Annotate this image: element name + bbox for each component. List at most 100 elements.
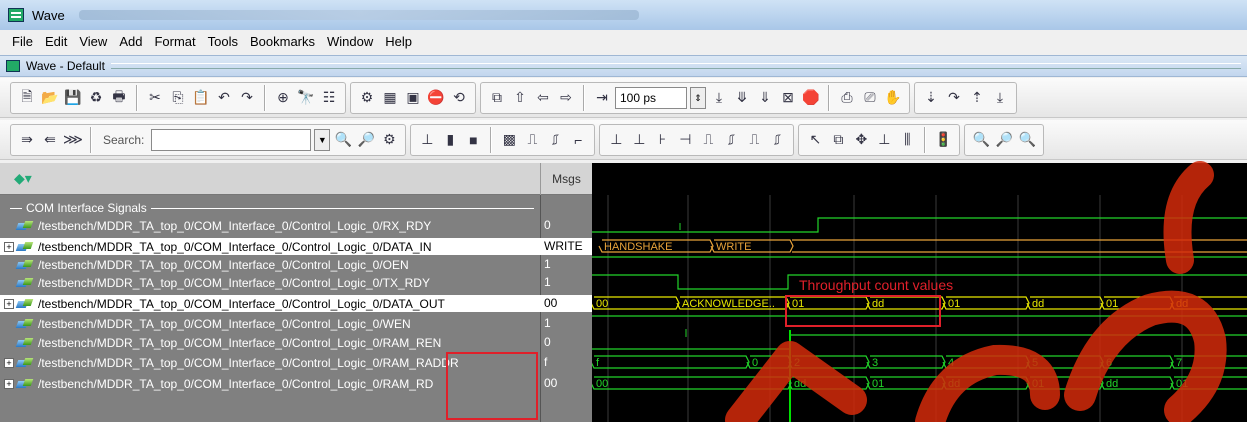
cursor-bar-icon[interactable]: ▮ [440,130,460,150]
run-all-icon[interactable]: ⇓ [755,88,775,108]
step-into-icon[interactable]: ⎙ [837,88,857,108]
edge-any-prev-icon[interactable]: ⎍ [744,130,764,150]
insert-signal-icon[interactable]: ⇛ [17,130,37,150]
run-length-input[interactable] [615,86,687,109]
bus-value-label: 6 [1106,357,1112,369]
simulate-icon[interactable]: ▣ [403,88,423,108]
zoom-full-icon[interactable]: 🔍 [1017,130,1037,150]
toolbar-compile-group: ⚙ ▦ ▣ ⛔ ⟲ [350,81,476,114]
search-options-icon[interactable]: ⚙ [379,130,399,150]
search-input[interactable] [151,128,312,151]
signal-row[interactable]: + /testbench/MDDR_TA_top_0/COM_Interface_… [0,295,540,312]
zoom-in-icon[interactable]: 🔍 [971,130,991,150]
step-out-icon[interactable]: ⇡ [967,88,987,108]
group-divider: COM Interface Signals [0,200,540,216]
edge-prev-icon[interactable]: ⊥ [606,130,626,150]
search-dropdown[interactable]: ▼ [314,128,331,151]
edge-fall-next-icon[interactable]: ⎎ [721,130,741,150]
menu-add[interactable]: Add [113,34,148,49]
select-region-icon[interactable]: ▩ [499,130,519,150]
expand-toggle-icon[interactable]: + [4,241,14,252]
copy-icon[interactable]: ⎘ [168,88,188,108]
menu-format[interactable]: Format [148,34,201,49]
column-icon[interactable]: ⫼ [897,130,917,150]
edge-right-icon[interactable]: ⊣ [675,130,695,150]
undo-icon[interactable]: ↶ [214,88,234,108]
bus-value-label: 7 [1176,357,1182,369]
restart-icon[interactable]: ⟲ [449,88,469,108]
edge-fall-prev-icon[interactable]: ⎍ [698,130,718,150]
signal-row[interactable]: /testbench/MDDR_TA_top_0/COM_Interface_0… [0,334,540,351]
stop-icon[interactable]: 🛑 [801,88,821,108]
menu-file[interactable]: File [6,34,39,49]
search-binoculars-icon[interactable]: 🔍 [333,130,353,150]
run-length-icon[interactable]: ⇥ [592,88,612,108]
edge-left-icon[interactable]: ⊦ [652,130,672,150]
reload-icon[interactable]: ♻ [86,88,106,108]
signal-row[interactable]: + /testbench/MDDR_TA_top_0/COM_Interface_… [0,238,540,255]
step-over-icon[interactable]: ⎚ [860,88,880,108]
run-length-spinner[interactable]: ⇕ [690,86,706,109]
back-arrow-icon[interactable]: ⇦ [533,88,553,108]
signal-row[interactable]: /testbench/MDDR_TA_top_0/COM_Interface_0… [0,217,540,234]
pointer-icon[interactable]: ↖ [805,130,825,150]
measure-icon[interactable]: ⊥ [874,130,894,150]
signal-row[interactable]: /testbench/MDDR_TA_top_0/COM_Interface_0… [0,315,540,332]
search-next-icon[interactable]: 🔎 [356,130,376,150]
signal-options-icon[interactable]: ⋙ [63,130,83,150]
menu-bookmarks[interactable]: Bookmarks [244,34,321,49]
format-icon[interactable]: ☷ [319,88,339,108]
move-icon[interactable]: ✥ [851,130,871,150]
paste-icon[interactable]: 📋 [191,88,211,108]
break-run-icon[interactable]: ⊠ [778,88,798,108]
break-icon[interactable]: ⛔ [426,88,446,108]
step-end-icon[interactable]: ⤓ [990,88,1010,108]
signal-row[interactable]: /testbench/MDDR_TA_top_0/COM_Interface_0… [0,256,540,273]
edge-any-icon[interactable]: ⌐ [568,130,588,150]
waveform-pane[interactable]: HANDSHAKE WRITE 00 ACKNOWLEDGE.. 01 dd 01 dd 01 d… [592,163,1247,422]
toolbar-separator [90,126,92,153]
save-icon[interactable]: 💾 [63,88,83,108]
menu-view[interactable]: View [73,34,113,49]
forward-arrow-icon[interactable]: ⇨ [556,88,576,108]
bus-value-label: 2 [794,357,800,369]
step-in-icon[interactable]: ⇣ [921,88,941,108]
remove-signal-icon[interactable]: ⇚ [40,130,60,150]
edge-next-icon[interactable]: ⊥ [629,130,649,150]
print-icon[interactable]: 🖶 [109,88,129,108]
expand-toggle-icon[interactable]: + [4,378,14,389]
run-icon[interactable]: ⤓ [709,88,729,108]
cursor-fill-icon[interactable]: ■ [463,130,483,150]
menu-edit[interactable]: Edit [39,34,73,49]
menu-tools[interactable]: Tools [202,34,244,49]
zoom-mode-icon[interactable]: ⧉ [828,130,848,150]
toolbar-separator [136,84,138,111]
edge-any-next-icon[interactable]: ⎎ [767,130,787,150]
cut-icon[interactable]: ✂ [145,88,165,108]
edge-rise-icon[interactable]: ⎍ [522,130,542,150]
bus-value-label: dd [1106,378,1118,390]
menu-help[interactable]: Help [379,34,418,49]
step-over-arrow-icon[interactable]: ↷ [944,88,964,108]
add-wave-icon[interactable]: ⊕ [273,88,293,108]
signal-add-dropdown-icon[interactable]: ◆▾ [14,170,32,187]
compile-icon[interactable]: ⚙ [357,88,377,108]
expand-toggle-icon[interactable]: + [4,298,14,309]
hand-icon[interactable]: ✋ [883,88,903,108]
traffic-light-icon[interactable]: 🚦 [933,130,953,150]
cursor-line-icon[interactable]: ⊥ [417,130,437,150]
redo-icon[interactable]: ↷ [237,88,257,108]
up-arrow-icon[interactable]: ⇧ [510,88,530,108]
open-folder-icon[interactable]: 📂 [40,88,60,108]
edge-fall-icon[interactable]: ⎎ [545,130,565,150]
toolbar-separator [264,84,266,111]
zoom-out-icon[interactable]: 🔎 [994,130,1014,150]
compile-all-icon[interactable]: ▦ [380,88,400,108]
menu-window[interactable]: Window [321,34,379,49]
step-icon[interactable]: ⧉ [487,88,507,108]
new-file-icon[interactable]: 🗎 [17,88,37,108]
find-icon[interactable]: 🔭 [296,88,316,108]
continue-run-icon[interactable]: ⤋ [732,88,752,108]
expand-toggle-icon[interactable]: + [4,357,14,368]
signal-row[interactable]: /testbench/MDDR_TA_top_0/COM_Interface_0… [0,274,540,291]
